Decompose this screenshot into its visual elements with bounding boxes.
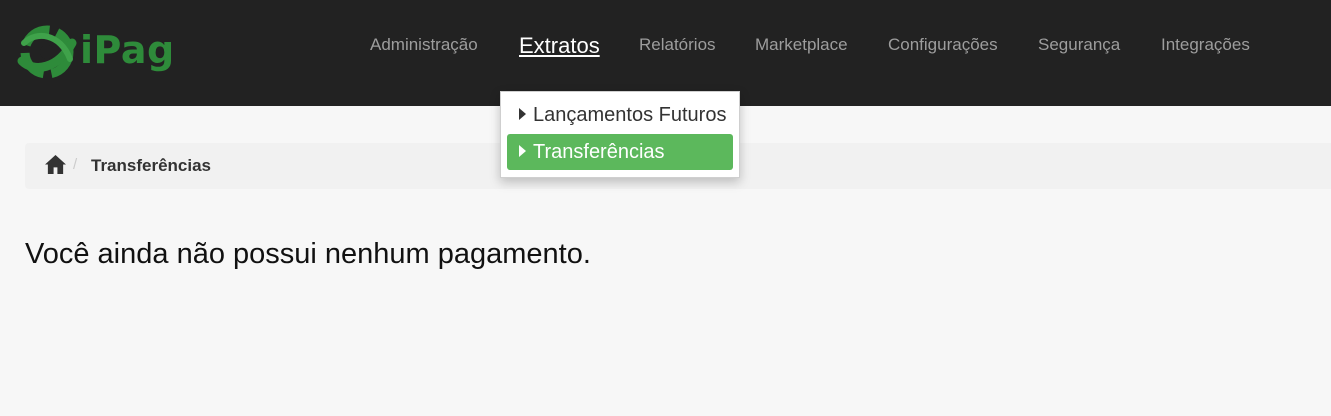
breadcrumb-separator: / [73,156,78,173]
nav-item-configuracoes[interactable]: Configurações [888,35,998,55]
menu-item-lancamentos-futuros[interactable]: Lançamentos Futuros [507,97,733,133]
nav-item-seguranca[interactable]: Segurança [1038,35,1120,55]
home-icon[interactable] [44,154,67,175]
extratos-dropdown-menu: Lançamentos Futuros Transferências [500,91,740,178]
ipag-logo-icon [17,25,77,79]
nav-item-extratos[interactable]: Extratos [519,33,600,59]
brand-logo[interactable]: iPag [16,20,176,82]
nav-item-relatorios[interactable]: Relatórios [639,35,716,55]
caret-right-icon [519,145,526,157]
nav-item-integracoes[interactable]: Integrações [1161,35,1250,55]
brand-name: iPag [80,28,175,72]
breadcrumb-current: Transferências [91,156,212,175]
menu-item-label: Transferências [533,141,665,163]
empty-state-message: Você ainda não possui nenhum pagamento. [25,238,591,270]
nav-item-administracao[interactable]: Administração [370,35,478,55]
caret-right-icon [519,108,526,120]
menu-item-label: Lançamentos Futuros [533,104,727,126]
menu-item-transferencias[interactable]: Transferências [507,134,733,170]
nav-item-marketplace[interactable]: Marketplace [755,35,848,55]
